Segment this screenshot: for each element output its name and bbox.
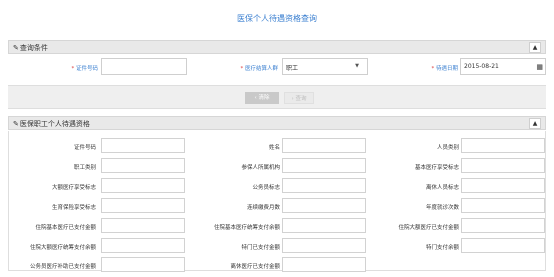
info-field-label: 年度就诊次数 [425, 205, 459, 211]
calendar-icon[interactable]: ▦ [536, 63, 543, 71]
info-field-label: 住院基本医疗统筹支付余额 [213, 225, 280, 231]
info-field-label: 职工类别 [73, 165, 96, 171]
info-field-value [461, 178, 545, 193]
info-field-label: 离休人员标志 [425, 185, 459, 191]
info-collapse-button[interactable]: ▲ [529, 118, 541, 129]
info-field-value [282, 178, 366, 193]
info-field-value [282, 218, 366, 233]
edit-icon: ✎ [13, 44, 19, 52]
chevron-up-icon: ▲ [532, 44, 538, 51]
button-bar: ‹ 清除 › 查询 [8, 85, 546, 109]
info-field-label: 住院大额医疗已支付金额 [398, 225, 459, 231]
info-field-value [282, 158, 366, 173]
info-field-label: 姓名 [268, 145, 280, 151]
treatment-date-input[interactable]: 2015-08-21 ▦ [460, 58, 546, 75]
settle-group-value: 职工 [286, 65, 299, 72]
info-field-label: 连续缴费月数 [246, 205, 280, 211]
info-field-value [282, 198, 366, 213]
info-field-label: 基本医疗享受标志 [414, 165, 459, 171]
info-field-value [101, 238, 185, 253]
query-panel-title: 查询条件 [19, 44, 48, 52]
info-field-value [461, 198, 545, 213]
info-field-label: 公务员医疗补助已支付金额 [29, 264, 96, 270]
info-field-label: 人员类别 [436, 145, 459, 151]
clear-button[interactable]: ‹ 清除 [245, 92, 279, 104]
settle-group-select[interactable]: 职工 ▼ [282, 58, 368, 75]
info-field-label: 住院大额医疗统筹支付余额 [29, 245, 96, 251]
info-field-label: 参保人所属机构 [241, 165, 280, 171]
info-field-label: 离休医疗已支付金额 [230, 264, 280, 270]
treatment-date-value: 2015-08-21 [464, 63, 499, 70]
info-field-label: 证件号码 [73, 145, 96, 151]
info-field-label: 大额医疗享受标志 [51, 185, 96, 191]
info-field-label: 生育保险享受标志 [51, 205, 96, 211]
info-field-value [461, 158, 545, 173]
settle-group-label: * 医疗结算人群 [240, 66, 278, 72]
info-field-value [461, 238, 545, 253]
info-panel-header: ✎医保职工个人待遇资格 ▲ [8, 116, 546, 130]
info-field-value [101, 158, 185, 173]
edit-icon: ✎ [13, 120, 19, 128]
info-field-value [282, 138, 366, 153]
query-collapse-button[interactable]: ▲ [529, 42, 541, 53]
info-field-value [101, 138, 185, 153]
info-field-value [282, 257, 366, 272]
id-number-input[interactable] [101, 58, 187, 75]
page-title: 医保个人待遇资格查询 [237, 14, 317, 23]
caret-down-icon: ▼ [355, 63, 359, 69]
chevron-right-icon: › [291, 96, 294, 102]
info-field-label: 住院基本医疗已支付金额 [35, 225, 96, 231]
info-panel-title: 医保职工个人待遇资格 [19, 120, 90, 128]
chevron-up-icon: ▲ [532, 120, 538, 127]
chevron-left-icon: ‹ [254, 95, 257, 101]
info-field-value [461, 138, 545, 153]
info-field-value [101, 198, 185, 213]
info-field-label: 特门支付余额 [425, 245, 459, 251]
info-field-value [101, 178, 185, 193]
query-button[interactable]: › 查询 [284, 92, 314, 104]
treatment-date-label: * 待遇日期 [431, 66, 458, 72]
info-field-value [461, 218, 545, 233]
info-field-value [282, 238, 366, 253]
info-field-label: 特门已支付金额 [241, 245, 280, 251]
query-panel-header: ✎查询条件 ▲ [8, 40, 546, 54]
info-field-value [101, 257, 185, 272]
info-field-label: 公务员标志 [252, 185, 280, 191]
id-number-label: * 证件号码 [71, 66, 98, 72]
info-field-value [101, 218, 185, 233]
